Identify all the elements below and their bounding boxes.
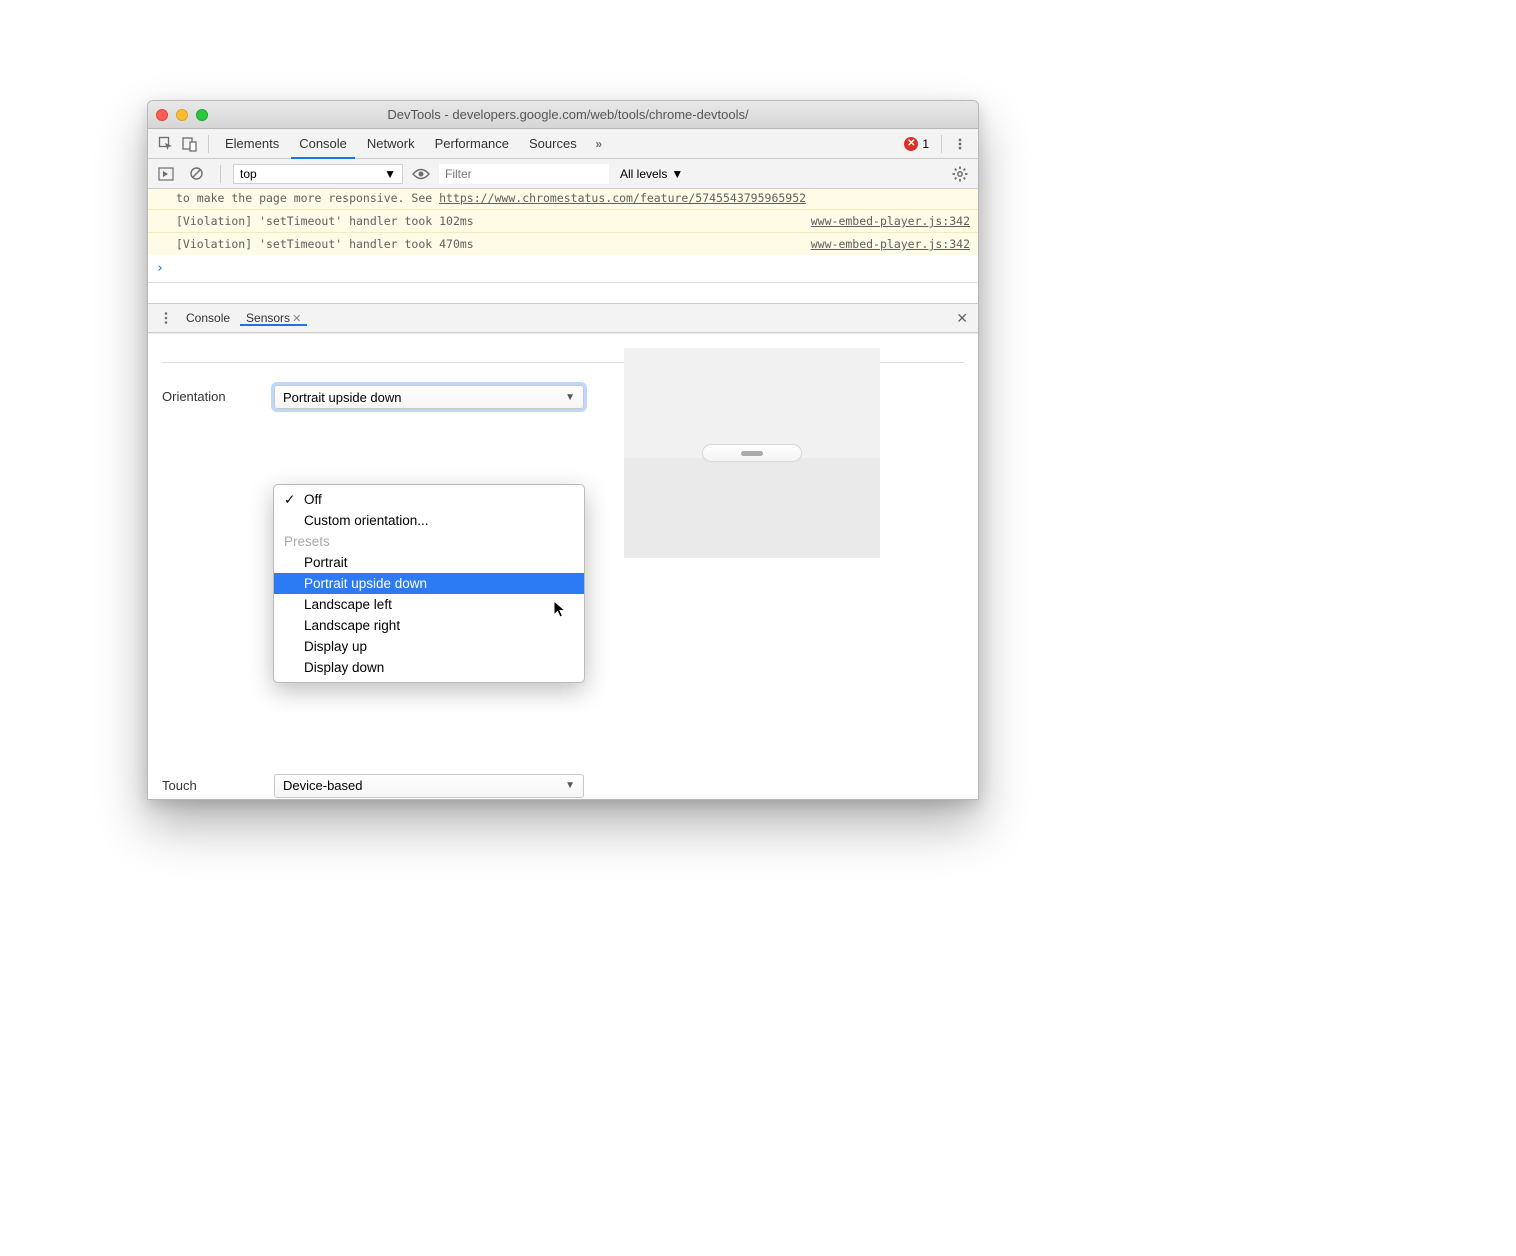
orientation-presets-heading: Presets (274, 531, 584, 552)
main-tabs: Elements Console Network Performance Sou… (215, 129, 587, 158)
context-selector[interactable]: top ▼ (233, 164, 403, 184)
preview-ground (624, 458, 880, 558)
touch-select[interactable]: Device-based ▼ (274, 774, 584, 798)
drawer-menu-icon[interactable] (154, 306, 178, 330)
touch-field: Touch Device-based ▼ (148, 771, 978, 799)
console-prompt[interactable]: › (148, 255, 978, 283)
orientation-option-landscape-left[interactable]: Landscape left (274, 594, 584, 615)
drawer-tab-console[interactable]: Console (178, 311, 238, 325)
console-output: to make the page more responsive. See ht… (148, 189, 978, 283)
device-mockup[interactable] (702, 444, 802, 462)
violation-message: [Violation] 'setTimeout' handler took 47… (176, 237, 474, 251)
log-line-partial: to make the page more responsive. See ht… (148, 189, 978, 209)
chevron-down-icon: ▼ (671, 167, 683, 181)
orientation-dropdown: Off Custom orientation... Presets Portra… (273, 484, 585, 683)
home-button-icon (741, 451, 763, 456)
filter-input[interactable] (439, 164, 609, 184)
device-toggle-icon[interactable] (178, 132, 202, 156)
tab-sources[interactable]: Sources (519, 129, 587, 158)
clear-console-icon[interactable] (184, 162, 208, 186)
error-count: 1 (922, 137, 929, 151)
orientation-select-value: Portrait upside down (283, 390, 402, 405)
separator (220, 165, 221, 183)
maximize-window-button[interactable] (196, 109, 208, 121)
orientation-option-display-up[interactable]: Display up (274, 636, 584, 657)
main-toolbar: Elements Console Network Performance Sou… (148, 129, 978, 159)
orientation-option-landscape-right[interactable]: Landscape right (274, 615, 584, 636)
live-expression-icon[interactable] (409, 162, 433, 186)
violation-row: [Violation] 'setTimeout' handler took 47… (148, 232, 978, 255)
device-preview (624, 348, 880, 558)
tab-console[interactable]: Console (289, 129, 357, 158)
settings-icon[interactable] (948, 162, 972, 186)
sidebar-toggle-icon[interactable] (154, 162, 178, 186)
log-levels-selector[interactable]: All levels ▼ (615, 164, 688, 184)
levels-value: All levels (620, 167, 667, 181)
error-icon: ✕ (904, 137, 918, 151)
tab-performance[interactable]: Performance (425, 129, 519, 158)
orientation-option-display-down[interactable]: Display down (274, 657, 584, 678)
orientation-option-custom[interactable]: Custom orientation... (274, 510, 584, 531)
kebab-menu-icon[interactable] (948, 132, 972, 156)
console-filter-bar: top ▼ All levels ▼ (148, 159, 978, 189)
devtools-window: DevTools - developers.google.com/web/too… (147, 100, 979, 800)
close-tab-icon[interactable]: ✕ (292, 312, 301, 325)
window-controls (156, 109, 208, 121)
titlebar: DevTools - developers.google.com/web/too… (148, 101, 978, 129)
violation-source-link[interactable]: www-embed-player.js:342 (811, 214, 970, 228)
close-window-button[interactable] (156, 109, 168, 121)
tab-elements[interactable]: Elements (215, 129, 289, 158)
orientation-label: Orientation (162, 385, 274, 404)
error-badge[interactable]: ✕ 1 (904, 137, 929, 151)
chevron-down-icon: ▼ (384, 167, 396, 181)
tab-network[interactable]: Network (357, 129, 425, 158)
more-tabs-icon[interactable]: » (587, 132, 611, 156)
inspect-icon[interactable] (154, 132, 178, 156)
separator (941, 135, 942, 153)
drawer-tab-sensors[interactable]: Sensors ✕ (238, 311, 309, 325)
orientation-select[interactable]: Portrait upside down ▼ (274, 385, 584, 409)
close-drawer-icon[interactable]: ✕ (952, 310, 972, 327)
drawer-tabbar: Console Sensors ✕ ✕ (148, 303, 978, 333)
violation-message: [Violation] 'setTimeout' handler took 10… (176, 214, 474, 228)
touch-label: Touch (162, 778, 274, 793)
orientation-option-off[interactable]: Off (274, 489, 584, 510)
chevron-down-icon: ▼ (565, 392, 575, 403)
context-value: top (240, 167, 257, 181)
window-title: DevTools - developers.google.com/web/too… (218, 107, 918, 122)
orientation-option-portrait[interactable]: Portrait (274, 552, 584, 573)
log-link[interactable]: https://www.chromestatus.com/feature/574… (439, 191, 806, 205)
violation-source-link[interactable]: www-embed-player.js:342 (811, 237, 970, 251)
chevron-down-icon: ▼ (565, 780, 575, 791)
orientation-option-portrait-upside-down[interactable]: Portrait upside down (274, 573, 584, 594)
separator (208, 135, 209, 153)
touch-select-value: Device-based (283, 778, 363, 793)
violation-row: [Violation] 'setTimeout' handler took 10… (148, 209, 978, 232)
minimize-window-button[interactable] (176, 109, 188, 121)
